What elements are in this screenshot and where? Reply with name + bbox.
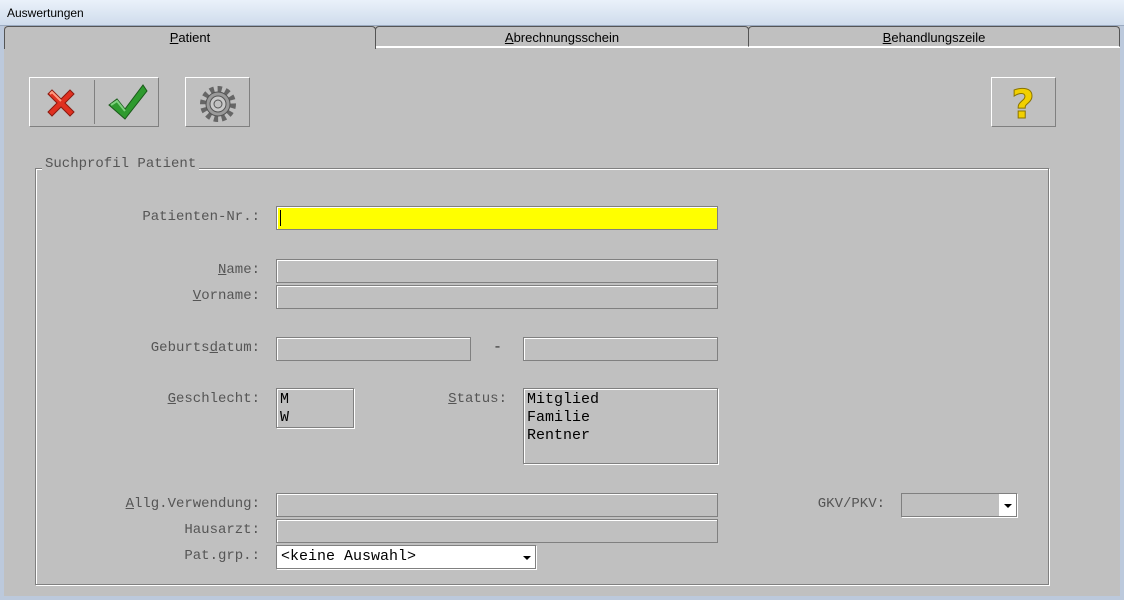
group-title: Suchprofil Patient bbox=[42, 156, 200, 172]
tab-abrechnungsschein[interactable]: Abrechnungsschein bbox=[375, 26, 749, 47]
gkvpkv-select[interactable] bbox=[901, 493, 1017, 517]
checkmark-icon bbox=[108, 84, 148, 120]
geschlecht-label: Geschlecht: bbox=[167, 391, 260, 407]
list-item[interactable]: Familie bbox=[527, 409, 714, 427]
cancel-icon bbox=[47, 89, 75, 117]
list-item[interactable]: M bbox=[280, 391, 350, 409]
ok-button[interactable] bbox=[95, 77, 159, 127]
date-range-separator: - bbox=[493, 339, 503, 356]
help-button[interactable]: ? bbox=[991, 77, 1056, 129]
name-input[interactable] bbox=[276, 259, 718, 283]
chevron-down-icon[interactable] bbox=[999, 494, 1016, 516]
title-bar: Auswertungen bbox=[0, 0, 1124, 26]
patgrp-select[interactable]: <keine Auswahl> bbox=[276, 545, 536, 569]
gkvpkv-label: GKV/PKV: bbox=[817, 496, 885, 512]
list-item[interactable]: Mitglied bbox=[527, 391, 714, 409]
cancel-button[interactable] bbox=[29, 77, 94, 127]
chevron-down-icon[interactable] bbox=[518, 546, 535, 568]
list-item[interactable]: Rentner bbox=[527, 427, 714, 445]
tab-label: Abrechnungsschein bbox=[504, 30, 620, 45]
vorname-input[interactable] bbox=[276, 285, 718, 309]
patient-nr-label: Patienten-Nr.: bbox=[142, 209, 260, 225]
geburtsdatum-from-input[interactable] bbox=[276, 337, 471, 361]
tab-underline bbox=[376, 47, 1120, 48]
patgrp-selected-value: <keine Auswahl> bbox=[281, 548, 417, 565]
geburtsdatum-label: Geburtsdatum: bbox=[150, 340, 260, 356]
status-label: Status: bbox=[448, 391, 507, 407]
allg-verwendung-input[interactable] bbox=[276, 493, 718, 517]
geschlecht-listbox[interactable]: M W bbox=[276, 388, 354, 428]
tab-behandlungszeile[interactable]: Behandlungszeile bbox=[748, 26, 1120, 47]
gear-icon bbox=[200, 86, 236, 122]
tab-label: Behandlungszeile bbox=[882, 30, 986, 45]
patient-nr-input[interactable] bbox=[276, 206, 718, 230]
text-cursor bbox=[280, 210, 281, 226]
svg-text:?: ? bbox=[1011, 82, 1034, 126]
name-label: Name: bbox=[217, 262, 260, 278]
question-mark-icon: ? bbox=[1011, 82, 1035, 129]
status-listbox[interactable]: Mitglied Familie Rentner bbox=[523, 388, 718, 464]
window-title: Auswertungen bbox=[7, 6, 84, 20]
hausarzt-input[interactable] bbox=[276, 519, 718, 543]
geburtsdatum-to-input[interactable] bbox=[523, 337, 718, 361]
vorname-label: Vorname: bbox=[192, 288, 260, 304]
tab-patient[interactable]: Patient bbox=[4, 26, 376, 49]
list-item[interactable]: W bbox=[280, 409, 350, 427]
tab-label: Patient bbox=[169, 30, 211, 45]
hausarzt-label: Hausarzt: bbox=[184, 522, 260, 538]
allg-verwendung-label: Allg.Verwendung: bbox=[125, 496, 260, 512]
patgrp-label: Pat.grp.: bbox=[184, 548, 260, 564]
settings-button[interactable] bbox=[185, 77, 250, 127]
